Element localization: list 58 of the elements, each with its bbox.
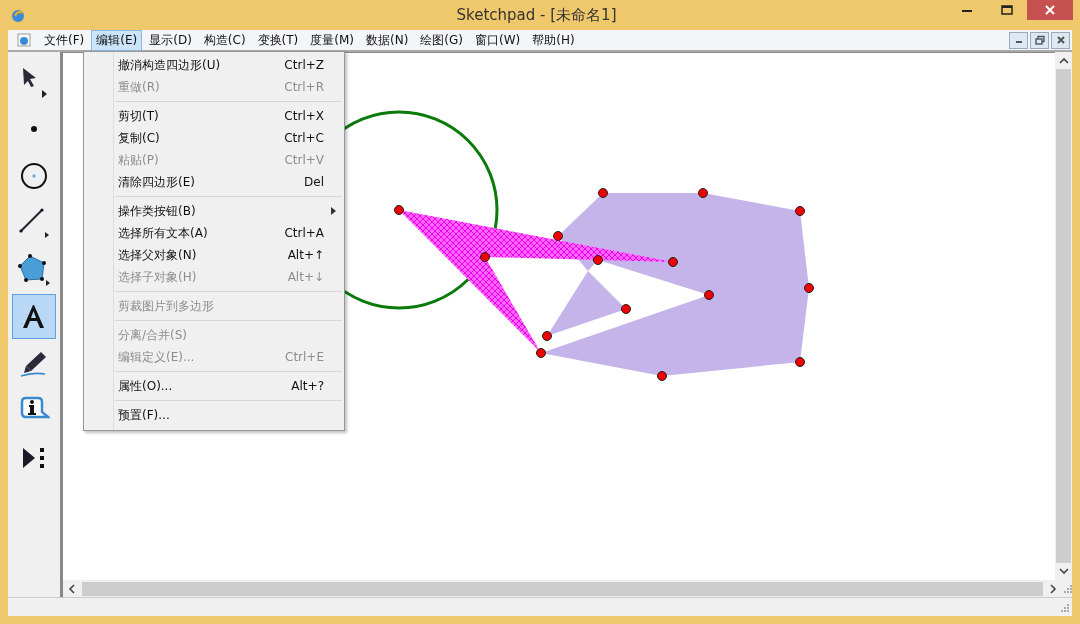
point <box>394 205 404 215</box>
menu-item[interactable]: 剪切(T) Ctrl+X <box>84 105 344 127</box>
point <box>536 348 546 358</box>
menu-item[interactable]: 文件(F) <box>39 29 90 51</box>
menu-item[interactable]: 操作类按钮(B) <box>84 200 344 222</box>
menu-item[interactable]: 变换(T) <box>252 29 304 51</box>
point <box>598 188 608 198</box>
point <box>593 255 603 265</box>
window-title: Sketchpad - [未命名1] <box>455 5 618 25</box>
menu-item[interactable]: 撤消构造四边形(U) Ctrl+Z <box>84 54 344 76</box>
point <box>621 304 631 314</box>
point <box>704 290 714 300</box>
minimize-button[interactable] <box>1009 31 1028 49</box>
line-tool-icon <box>18 206 50 239</box>
close-button[interactable] <box>1051 31 1070 49</box>
menu-item[interactable]: 窗口(W) <box>470 29 526 51</box>
menu-item[interactable]: 绘图(G) <box>415 29 468 51</box>
close-button[interactable] <box>1027 0 1073 20</box>
point <box>542 331 552 341</box>
point <box>795 206 805 216</box>
scroll-up-icon[interactable] <box>1058 57 1069 65</box>
point <box>657 371 667 381</box>
menu-item[interactable]: 选择所有文本(A) Ctrl+A <box>84 222 344 244</box>
document-icon[interactable] <box>17 33 31 47</box>
point <box>553 231 563 241</box>
restore-button[interactable] <box>1030 31 1049 49</box>
scroll-left-icon[interactable] <box>68 583 76 594</box>
menu-item[interactable]: 清除四边形(E) Del <box>84 171 344 193</box>
point <box>668 257 678 267</box>
resize-grip-icon <box>1063 584 1072 593</box>
submenu-arrow-icon <box>331 207 336 215</box>
menu-item[interactable]: 构造(C) <box>198 29 251 51</box>
point <box>804 283 814 293</box>
point <box>480 252 490 262</box>
marker-tool-icon <box>19 349 49 378</box>
polygon-tool-icon <box>17 252 51 287</box>
point <box>795 357 805 367</box>
resize-grip-icon <box>1060 602 1069 612</box>
scroll-down-icon[interactable] <box>1058 567 1069 575</box>
menu-item[interactable]: 属性(O)... Alt+? <box>84 375 344 397</box>
menu-item[interactable]: 复制(C) Ctrl+C <box>84 127 344 149</box>
menu-item[interactable]: 数据(N) <box>361 29 414 51</box>
scroll-right-icon[interactable] <box>1049 583 1057 594</box>
menu-item[interactable]: 显示(D) <box>144 29 197 51</box>
menu-item[interactable]: 度量(M) <box>305 29 359 51</box>
point <box>698 188 708 198</box>
menu-item[interactable]: 预置(F)... <box>84 404 344 426</box>
app-icon <box>10 7 26 23</box>
close-icon <box>1055 35 1066 45</box>
menu-item[interactable]: 帮助(H) <box>527 29 580 51</box>
point-tool-icon <box>30 124 38 133</box>
compass-tool-icon <box>20 161 48 190</box>
menu-item[interactable]: 选择父对象(N) Alt+↑ <box>84 244 344 266</box>
tool-button[interactable] <box>12 294 56 339</box>
restore-icon <box>1034 35 1045 45</box>
menu-item[interactable]: 编辑(E) <box>91 29 143 51</box>
close-icon <box>1044 4 1056 16</box>
maximize-icon <box>1001 4 1013 16</box>
